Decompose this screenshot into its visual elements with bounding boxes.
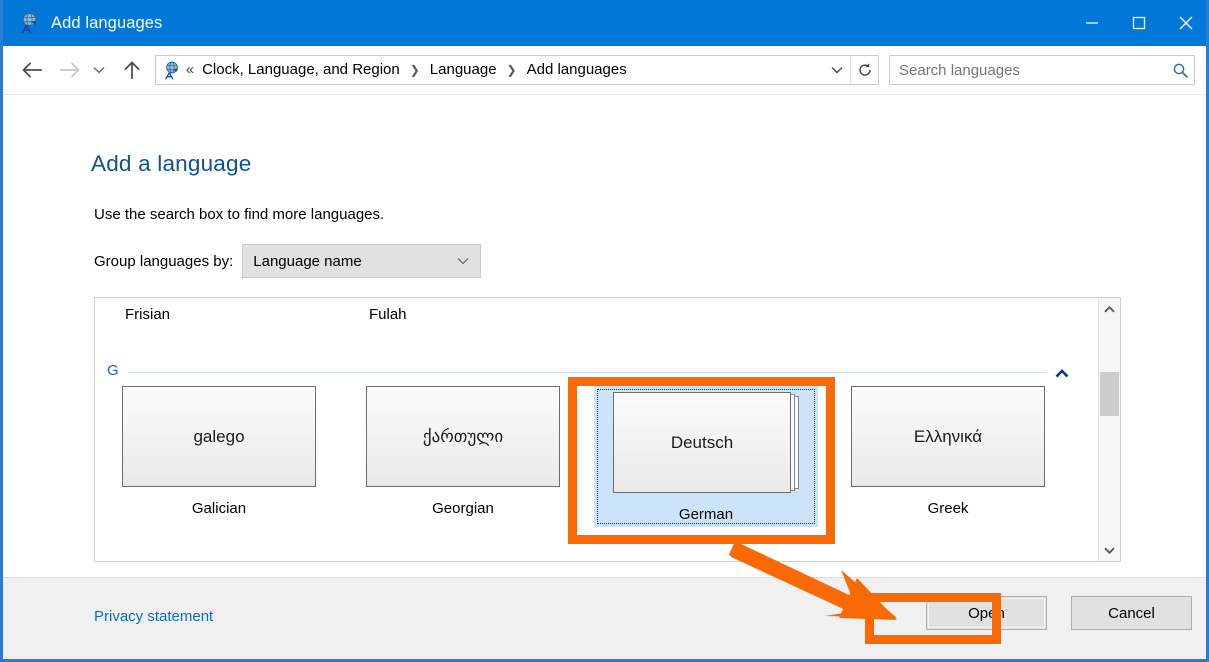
maximize-icon[interactable] — [1115, 0, 1162, 46]
vertical-scrollbar[interactable] — [1098, 298, 1120, 561]
tile-caption: Greek — [928, 500, 969, 517]
window-title: Add languages — [51, 14, 162, 33]
breadcrumb-separator-icon[interactable]: ❯ — [410, 56, 420, 84]
page-subtitle: Use the search box to find more language… — [94, 206, 384, 223]
tile-thumbnail: Deutsch — [613, 392, 791, 493]
tile-thumbnail: galego — [122, 386, 316, 487]
tile-thumbnail: Ελληνικά — [851, 386, 1045, 487]
tile-caption: Georgian — [432, 500, 494, 517]
breadcrumb-item-language[interactable]: Language — [429, 56, 498, 84]
breadcrumb-item-add-languages[interactable]: Add languages — [526, 56, 628, 84]
list-item-caption-fulah[interactable]: Fulah — [369, 306, 407, 323]
minimize-icon[interactable] — [1068, 0, 1115, 46]
language-list-inner: Frisian Fulah G galego Galician — [95, 298, 1098, 561]
tile-native-name: ქართული — [423, 427, 503, 447]
group-by-dropdown[interactable]: Language name — [242, 244, 481, 278]
scroll-down-icon[interactable] — [1099, 539, 1120, 561]
breadcrumb-overflow[interactable]: « — [186, 62, 194, 78]
chevron-up-icon[interactable] — [1055, 365, 1069, 383]
refresh-icon[interactable] — [850, 56, 878, 84]
tile-native-name: Deutsch — [671, 433, 733, 453]
breadcrumb-item-clock-language-region[interactable]: Clock, Language, and Region — [201, 56, 401, 84]
group-header-letter[interactable]: G — [107, 362, 119, 379]
window-controls — [1068, 0, 1209, 46]
close-icon[interactable] — [1162, 0, 1209, 46]
tile-stack-page-2 — [795, 396, 799, 489]
cancel-button[interactable]: Cancel — [1071, 596, 1192, 630]
search-box[interactable] — [889, 55, 1195, 85]
forward-arrow-icon — [55, 55, 85, 85]
group-by-selected-value: Language name — [253, 253, 361, 270]
scrollbar-thumb[interactable] — [1100, 372, 1119, 416]
scroll-up-icon[interactable] — [1099, 298, 1120, 320]
breadcrumb-separator-icon[interactable]: ❯ — [507, 56, 517, 84]
language-tile-georgian[interactable]: ქართული Georgian — [347, 386, 579, 517]
breadcrumb-language-globe-icon — [162, 61, 181, 80]
page-title: Add a language — [91, 151, 251, 177]
language-globe-icon — [18, 12, 40, 34]
footer-bar: Privacy statement Open Cancel — [3, 577, 1206, 659]
tile-caption: German — [679, 506, 733, 523]
language-tile-german[interactable]: Deutsch German — [594, 386, 818, 527]
tile-thumbnail-stack: Deutsch — [613, 392, 799, 493]
search-icon[interactable] — [1166, 62, 1194, 79]
address-bar: « Clock, Language, and Region ❯ Language… — [3, 46, 1206, 94]
chevron-down-icon — [457, 252, 469, 270]
content-area: Add a language Use the search box to fin… — [3, 94, 1206, 577]
privacy-statement-link[interactable]: Privacy statement — [94, 608, 213, 625]
chevron-down-icon[interactable] — [824, 56, 850, 84]
partial-top-row: Frisian Fulah — [95, 306, 1098, 334]
group-by-row: Group languages by: Language name — [94, 244, 481, 278]
group-by-label: Group languages by: — [94, 253, 233, 270]
group-header-g: G — [95, 358, 1098, 388]
tile-native-name: Ελληνικά — [914, 427, 982, 447]
group-divider — [128, 372, 1046, 373]
tile-native-name: galego — [193, 427, 244, 447]
language-tile-galician[interactable]: galego Galician — [103, 386, 335, 517]
language-tile-greek[interactable]: Ελληνικά Greek — [832, 386, 1064, 517]
tile-caption: Galician — [192, 500, 246, 517]
language-list-panel[interactable]: Frisian Fulah G galego Galician — [94, 297, 1121, 562]
open-button[interactable]: Open — [926, 596, 1047, 630]
tile-thumbnail: ქართული — [366, 386, 560, 487]
up-arrow-icon[interactable] — [117, 55, 147, 85]
list-item-caption-frisian[interactable]: Frisian — [125, 306, 170, 323]
recent-pages-chevron-icon[interactable] — [89, 55, 109, 85]
add-languages-window: Add languages — [0, 0, 1209, 662]
back-arrow-icon[interactable] — [17, 55, 47, 85]
title-bar: Add languages — [0, 0, 1209, 46]
search-input[interactable] — [890, 62, 1166, 79]
breadcrumb[interactable]: « Clock, Language, and Region ❯ Language… — [155, 55, 879, 85]
